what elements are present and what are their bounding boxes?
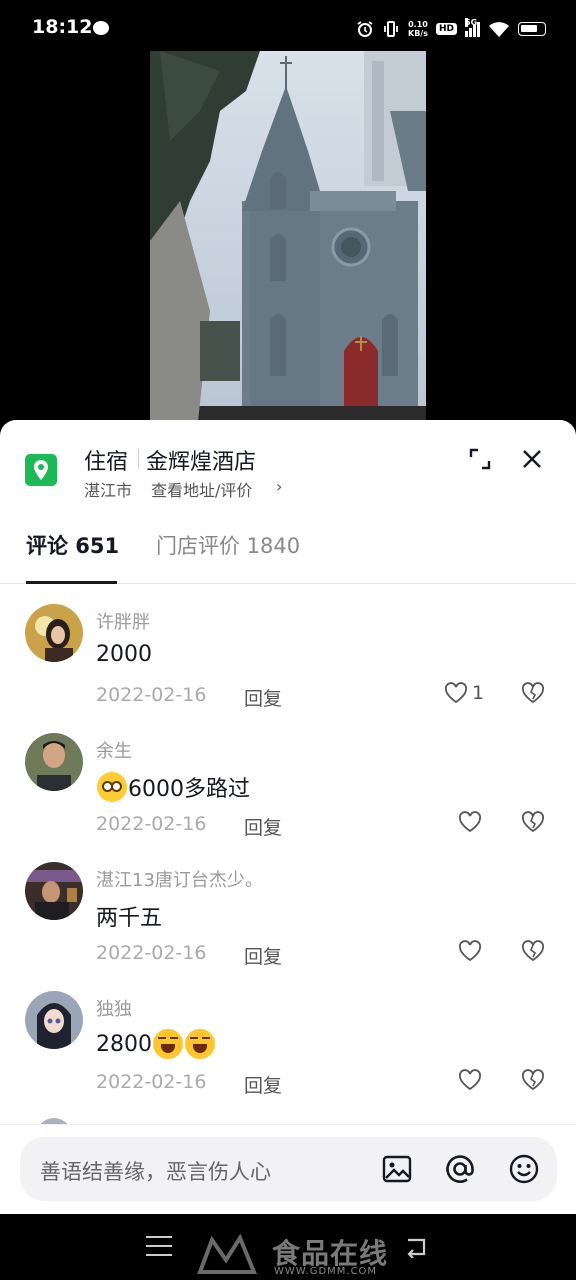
like-button[interactable] [458,940,486,962]
reply-button[interactable]: 回复 [244,942,282,969]
broken-heart-icon[interactable] [521,940,545,962]
comment-input-bar: 善语结善缘，恶言伤人心 [0,1124,576,1214]
comments-sheet: 住宿 金辉煌酒店 湛江市 查看地址/评价 › 评论 651 门店评价 1840 … [0,420,576,1214]
heart-icon [458,1069,482,1091]
system-nav-bar: 食品在线 WWW.GDMM.COM [0,1214,576,1280]
avatar[interactable] [25,862,83,920]
avatar[interactable] [25,604,83,662]
comment-item: 余生 6000多路过 2022-02-16 回复 [0,719,576,848]
poi-city: 湛江市 [84,481,133,500]
comment-text: 2800 [96,1029,216,1059]
comment-username[interactable]: 余生 [96,737,132,763]
net-speed: 0.10 KB/s [408,20,428,38]
alarm-icon [357,21,373,37]
close-icon[interactable] [520,447,544,471]
comment-item: 许胖胖 2000 2022-02-16 回复 1 [0,590,576,719]
comment-date: 2022-02-16 [96,813,207,835]
heart-icon [458,811,482,833]
reply-button[interactable]: 回复 [244,684,282,711]
avatar[interactable] [25,733,83,791]
comment-username[interactable]: 独独 [96,995,132,1021]
emoji-icon[interactable] [508,1153,540,1185]
like-button[interactable] [458,811,486,833]
location-pin-icon [25,454,57,486]
like-button[interactable]: 1 [444,682,484,704]
comment-input[interactable]: 善语结善缘，恶言伤人心 [20,1137,557,1201]
poi-header[interactable]: 住宿 金辉煌酒店 湛江市 查看地址/评价 › [0,420,576,510]
like-button[interactable] [458,1069,486,1091]
church-photo[interactable] [150,51,426,421]
like-count: 1 [472,682,485,704]
hd-badge: HD [435,23,457,35]
reply-button[interactable]: 回复 [244,813,282,840]
rofl-emoji-icon [153,1029,183,1059]
comment-username[interactable]: 湛江13唐订台杰少。 [96,866,263,892]
broken-heart-icon[interactable] [521,811,545,833]
avatar[interactable] [25,991,83,1049]
broken-heart-icon[interactable] [521,1069,545,1091]
poi-name[interactable]: 金辉煌酒店 [146,444,256,476]
chevron-right-icon: › [276,477,283,496]
chat-bubble-icon [93,21,109,35]
comment-item: 独独 2800 2022-02-16 回复 [0,977,576,1106]
battery-icon [518,22,546,36]
comment-input-placeholder: 善语结善缘，恶言伤人心 [40,1160,271,1184]
comment-list[interactable]: 许胖胖 2000 2022-02-16 回复 1 余生 6000多路过 2022… [0,590,576,1130]
comment-text: 两千五 [96,906,163,931]
comment-username[interactable]: 许胖胖 [96,608,150,634]
watermark-logo [197,1234,257,1274]
status-time: 18:12 [32,16,93,38]
flushed-emoji-icon [97,772,127,802]
view-address-link[interactable]: 查看地址/评价 [151,477,252,501]
status-bar: 18:12 0.10 KB/s HD 5G [0,0,576,58]
comment-text: 2000 [96,642,152,667]
menu-icon[interactable] [146,1236,172,1256]
active-tab-indicator [26,581,117,584]
tab-comments[interactable]: 评论 651 [26,530,119,560]
wifi-icon [489,22,509,37]
heart-icon [444,682,468,704]
screen: 18:12 0.10 KB/s HD 5G 住宿 金辉煌酒店 湛江市 查看地址/… [0,0,576,1280]
tab-store-reviews[interactable]: 门店评价 1840 [156,530,300,560]
expand-icon[interactable] [468,447,492,471]
broken-heart-icon[interactable] [521,682,545,704]
signal-icon: 5G [465,18,480,37]
comment-text: 6000多路过 [96,771,250,803]
poi-category: 住宿 [84,450,129,475]
vibrate-icon [384,21,398,37]
watermark-url: WWW.GDMM.COM [274,1266,378,1277]
comment-date: 2022-02-16 [96,1071,207,1093]
at-icon[interactable] [444,1153,476,1185]
poi-divider [138,449,139,469]
rofl-emoji-icon [185,1029,215,1059]
tab-bar: 评论 651 门店评价 1840 [0,520,576,584]
comment-item: 湛江13唐订台杰少。 两千五 2022-02-16 回复 [0,848,576,977]
church-illustration [150,51,426,421]
comment-date: 2022-02-16 [96,942,207,964]
image-icon[interactable] [381,1153,413,1185]
back-icon[interactable] [404,1236,430,1258]
heart-icon [458,940,482,962]
comment-date: 2022-02-16 [96,684,207,706]
reply-button[interactable]: 回复 [244,1071,282,1098]
status-icons: 0.10 KB/s HD 5G [356,18,546,40]
